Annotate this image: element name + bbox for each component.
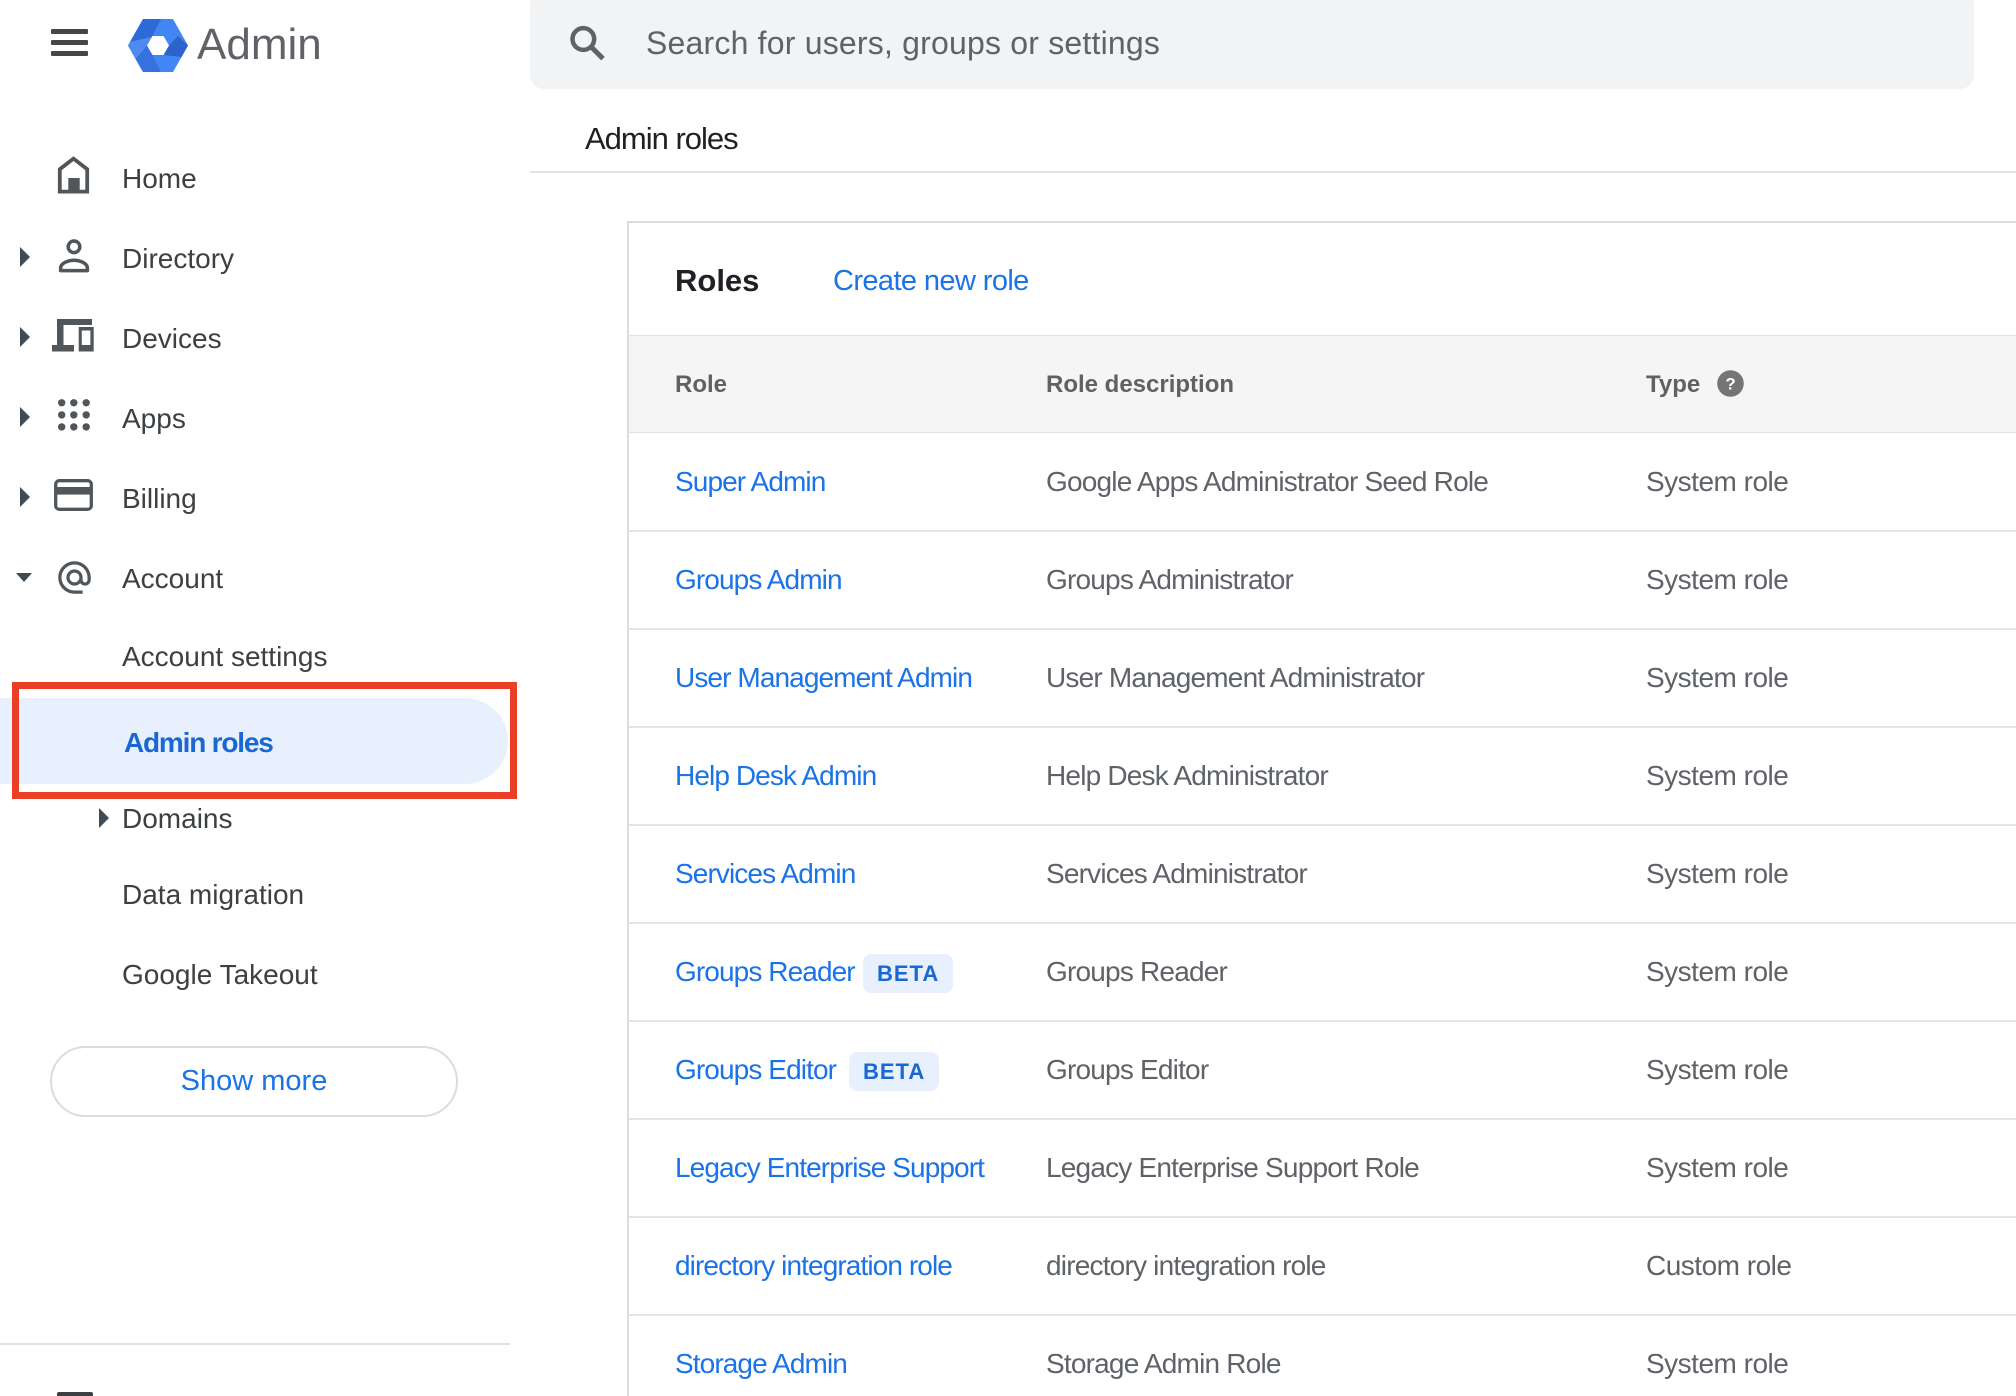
svg-text:?: ? [1725,375,1735,394]
